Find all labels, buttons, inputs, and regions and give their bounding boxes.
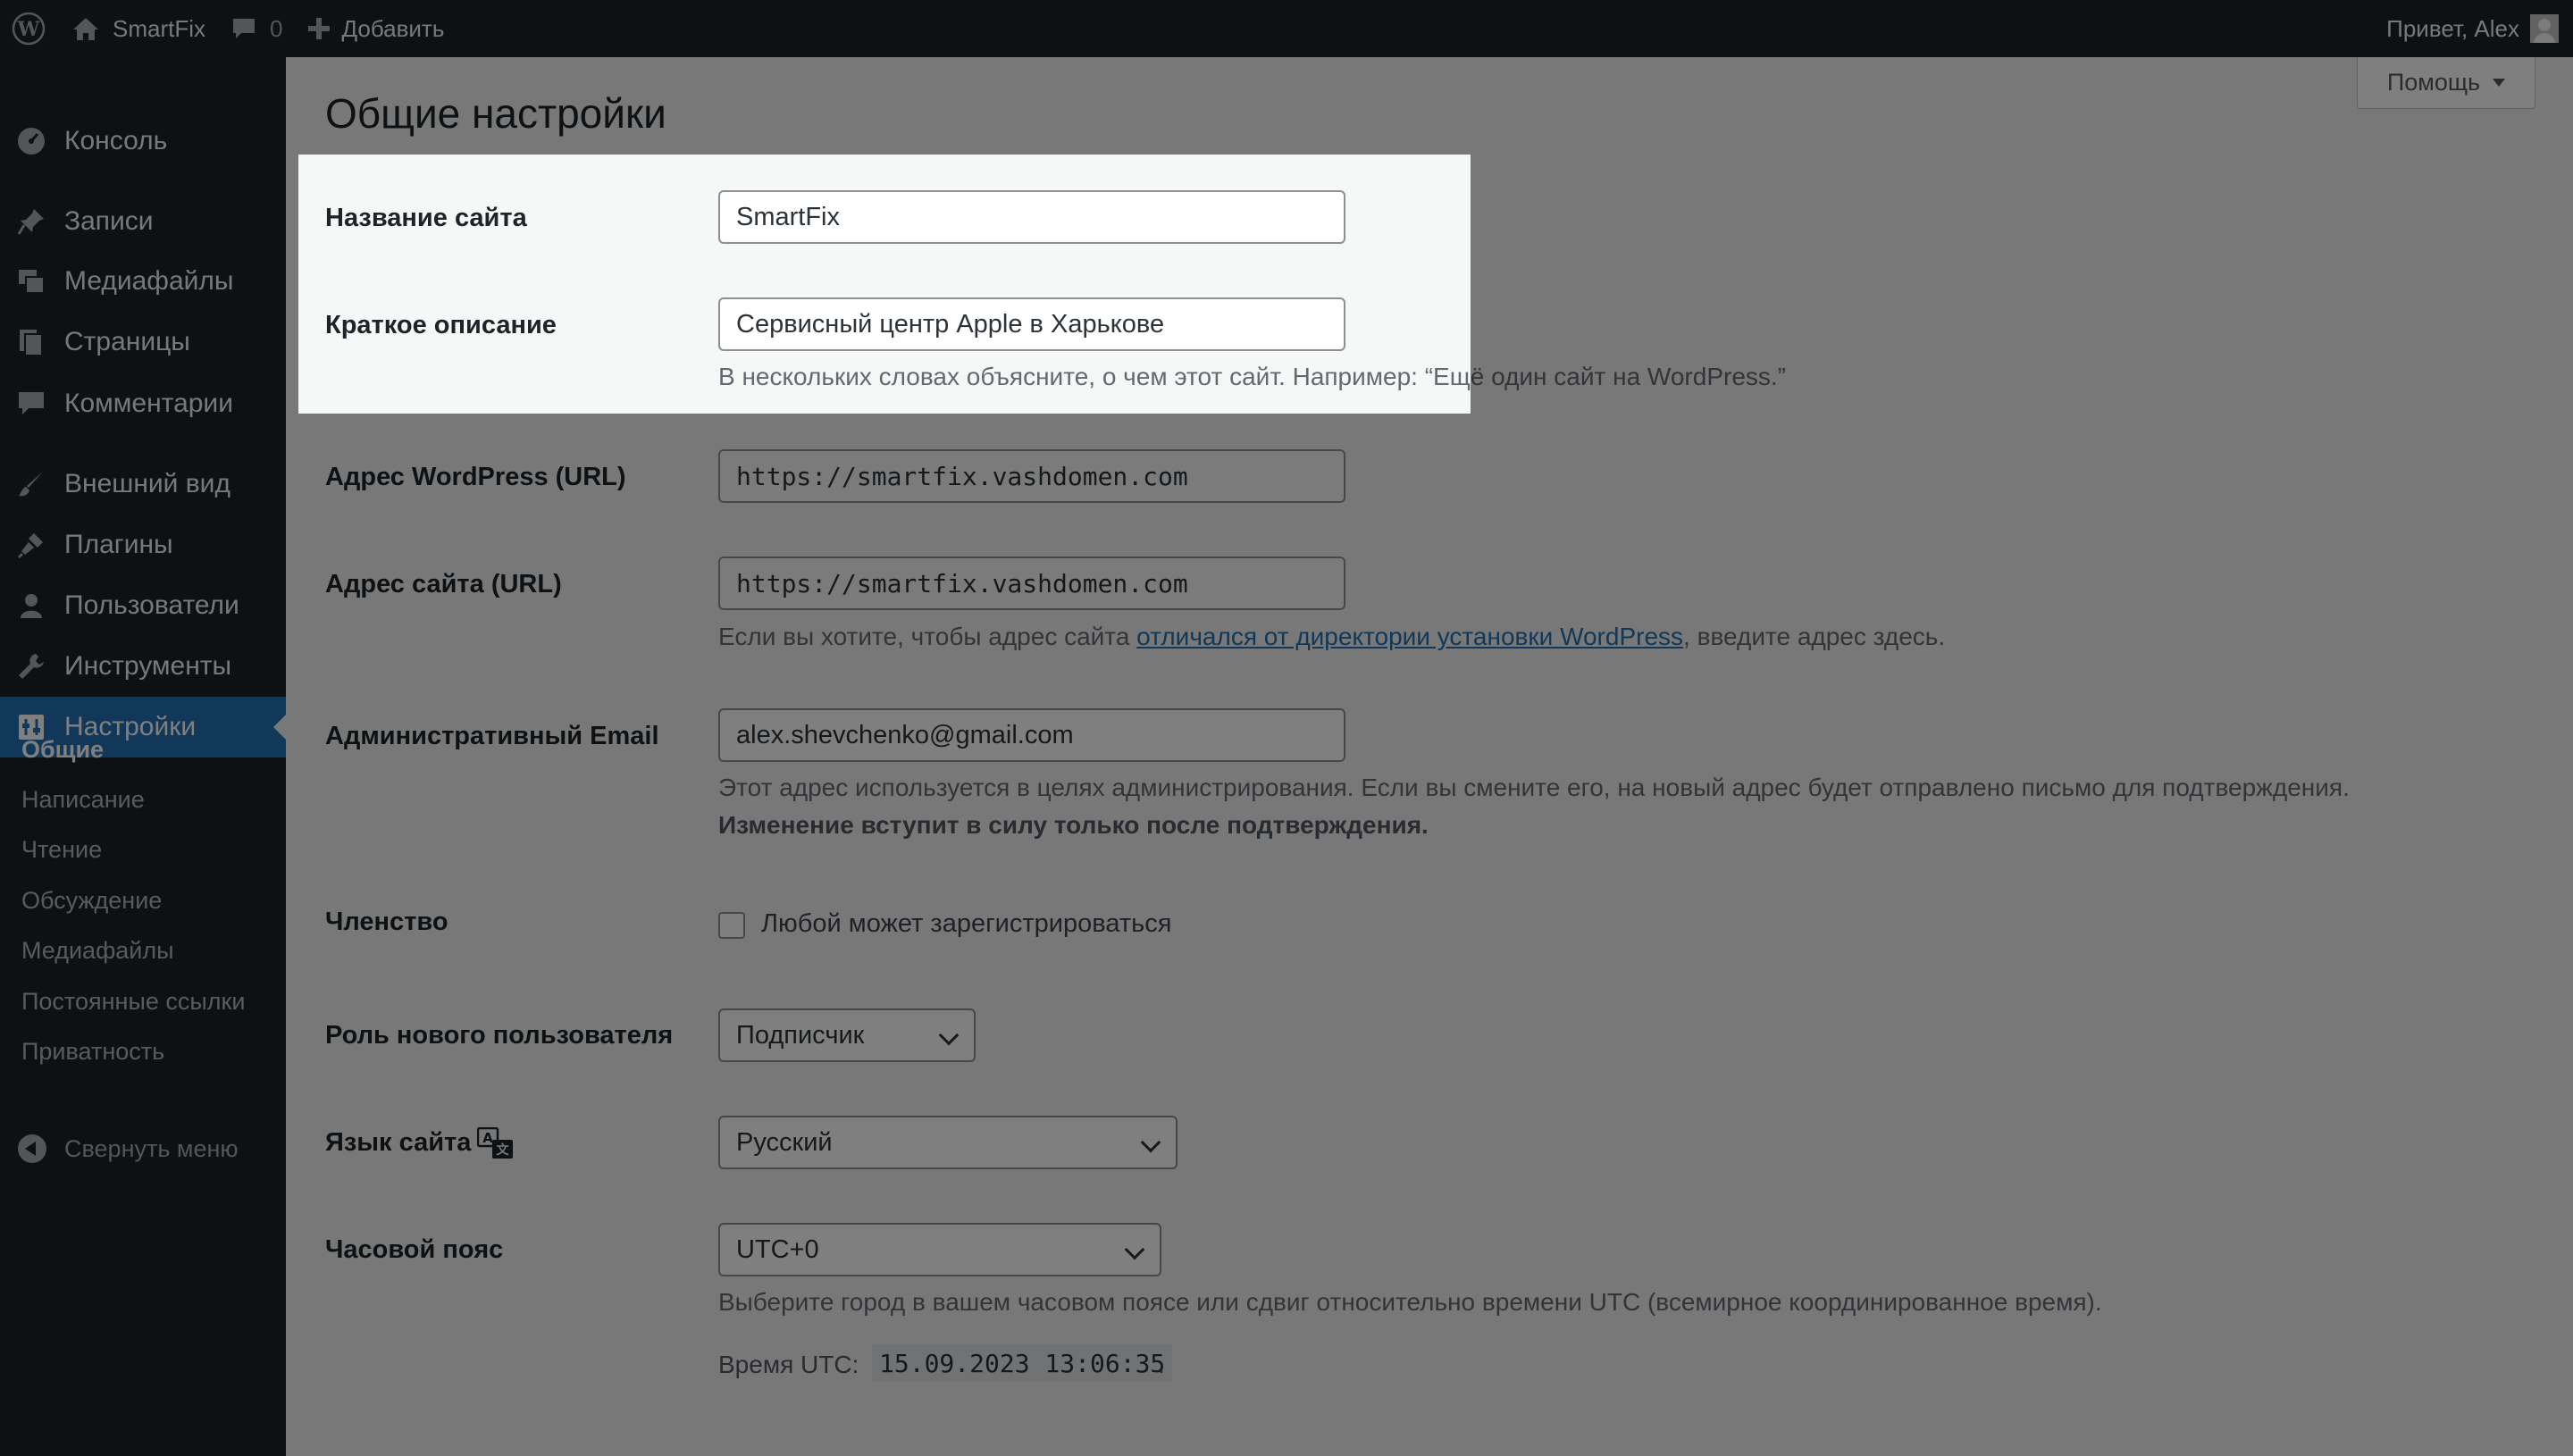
membership-label: Членство bbox=[325, 908, 448, 936]
collapse-menu-label: Свернуть меню bbox=[64, 1134, 239, 1162]
translation-icon: A 文 bbox=[477, 1127, 513, 1159]
admin-email-input[interactable]: alex.shevchenko@gmail.com bbox=[718, 708, 1345, 762]
avatar bbox=[2530, 14, 2559, 43]
wordpress-logo-icon: W bbox=[12, 12, 46, 46]
wp-url-input[interactable]: https://smartfix.vashdomen.com bbox=[718, 449, 1345, 503]
site-name-link[interactable]: SmartFix bbox=[59, 0, 218, 57]
comments-count: 0 bbox=[270, 14, 283, 42]
site-url-desc-after: , введите адрес здесь. bbox=[1683, 623, 1946, 650]
menu-item-tools[interactable]: Инструменты bbox=[0, 636, 286, 697]
submenu-item-media[interactable]: Медиафайлы bbox=[21, 937, 174, 965]
timezone-description: Выберите город в вашем часовом поясе или… bbox=[718, 1288, 2102, 1316]
menu-label: Консоль bbox=[64, 126, 168, 155]
dropdown-arrow-icon bbox=[2493, 79, 2506, 87]
default-role-select[interactable]: Подписчик bbox=[718, 1008, 976, 1062]
page-title: Общие настройки bbox=[325, 90, 666, 137]
menu-item-pages[interactable]: Страницы bbox=[0, 312, 286, 372]
menu-item-media[interactable]: Медиафайлы bbox=[0, 251, 286, 312]
chevron-down-icon bbox=[1124, 1239, 1145, 1260]
menu-label: Страницы bbox=[64, 327, 190, 356]
brush-icon bbox=[16, 469, 46, 499]
admin-bar: W SmartFix 0 Добавить Привет, Alex bbox=[0, 0, 2573, 57]
svg-text:文: 文 bbox=[497, 1142, 510, 1158]
wp-url-label: Адрес WordPress (URL) bbox=[325, 463, 626, 491]
submenu-item-general[interactable]: Общие bbox=[21, 736, 104, 764]
plus-icon bbox=[308, 18, 331, 39]
membership-checkbox[interactable] bbox=[718, 912, 745, 939]
site-name: SmartFix bbox=[113, 14, 205, 42]
menu-label: Пользователи bbox=[64, 590, 239, 620]
help-tab-button[interactable]: Помощь bbox=[2357, 57, 2535, 109]
tagline-description: В нескольких словах объясните, о чем это… bbox=[718, 363, 1786, 390]
svg-text:A: A bbox=[482, 1130, 493, 1146]
submenu-item-reading[interactable]: Чтение bbox=[21, 836, 102, 864]
help-label: Помощь bbox=[2386, 69, 2481, 96]
utc-time-value: 15.09.2023 13:06:35 bbox=[872, 1344, 1173, 1382]
comments-link[interactable]: 0 bbox=[218, 0, 295, 57]
membership-checkbox-label[interactable]: Любой может зарегистрироваться bbox=[761, 909, 1171, 939]
menu-item-users[interactable]: Пользователи bbox=[0, 575, 286, 636]
menu-item-posts[interactable]: Записи bbox=[0, 191, 286, 252]
site-url-label: Адрес сайта (URL) bbox=[325, 570, 562, 598]
menu-item-comments[interactable]: Комментарии bbox=[0, 373, 286, 434]
comment-icon bbox=[16, 389, 46, 419]
timezone-label: Часовой пояс bbox=[325, 1235, 504, 1264]
dashboard-icon bbox=[16, 126, 46, 156]
wrench-icon bbox=[16, 651, 46, 682]
plugin-icon bbox=[16, 530, 46, 560]
svg-text:W: W bbox=[17, 18, 40, 41]
tagline-label: Краткое описание bbox=[325, 311, 557, 339]
menu-label: Комментарии bbox=[64, 389, 233, 418]
chevron-down-icon bbox=[1140, 1132, 1161, 1153]
collapse-arrow-icon bbox=[18, 1134, 46, 1163]
submenu-item-permalinks[interactable]: Постоянные ссылки bbox=[21, 988, 245, 1016]
site-url-help-link[interactable]: отличался от директории установки WordPr… bbox=[1136, 623, 1683, 650]
admin-email-description: Этот адрес используется в целях админист… bbox=[718, 774, 2350, 801]
submenu-item-privacy[interactable]: Приватность bbox=[21, 1038, 164, 1066]
greeting: Привет, Alex bbox=[2386, 14, 2519, 42]
admin-sidebar: Консоль Записи Медиафайлы Страницы Комме… bbox=[0, 57, 286, 1456]
site-url-desc-before: Если вы хотите, чтобы адрес сайта bbox=[718, 623, 1137, 650]
utc-time-suffix: . bbox=[1158, 1351, 1165, 1378]
media-icon bbox=[16, 266, 46, 297]
menu-item-appearance[interactable]: Внешний вид bbox=[0, 454, 286, 515]
menu-label: Плагины bbox=[64, 530, 173, 559]
new-content-menu[interactable]: Добавить bbox=[295, 0, 457, 57]
submenu-item-writing[interactable]: Написание bbox=[21, 786, 145, 814]
tagline-input[interactable]: Сервисный центр Apple в Харькове bbox=[718, 297, 1345, 351]
language-value: Русский bbox=[736, 1127, 833, 1157]
timezone-value: UTC+0 bbox=[736, 1234, 819, 1264]
default-role-label: Роль нового пользователя bbox=[325, 1021, 674, 1050]
wordpress-logo-menu[interactable]: W bbox=[0, 0, 59, 57]
site-url-input[interactable]: https://smartfix.vashdomen.com bbox=[718, 556, 1345, 610]
home-icon bbox=[73, 18, 98, 40]
timezone-select[interactable]: UTC+0 bbox=[718, 1223, 1161, 1276]
utc-time-label: Время UTC: bbox=[718, 1351, 859, 1378]
pages-icon bbox=[16, 327, 46, 357]
comment-icon bbox=[233, 19, 255, 38]
submenu-item-discussion[interactable]: Обсуждение bbox=[21, 887, 162, 915]
menu-item-plugins[interactable]: Плагины bbox=[0, 515, 286, 575]
admin-email-note: Изменение вступит в силу только после по… bbox=[718, 811, 1429, 839]
admin-email-label: Административный Email bbox=[325, 722, 659, 750]
menu-label: Внешний вид bbox=[64, 469, 230, 498]
menu-label: Записи bbox=[64, 206, 154, 236]
chevron-down-icon bbox=[938, 1025, 960, 1046]
site-url-description: Если вы хотите, чтобы адрес сайта отлича… bbox=[718, 623, 1945, 651]
site-title-input[interactable]: SmartFix bbox=[718, 190, 1345, 244]
my-account-menu[interactable]: Привет, Alex bbox=[2374, 0, 2573, 57]
menu-label: Инструменты bbox=[64, 651, 232, 681]
menu-label: Медиафайлы bbox=[64, 266, 234, 296]
users-icon bbox=[16, 590, 46, 621]
language-select[interactable]: Русский bbox=[718, 1116, 1178, 1169]
collapse-menu-button[interactable]: Свернуть меню bbox=[0, 1122, 286, 1176]
default-role-value: Подписчик bbox=[736, 1020, 865, 1050]
menu-item-dashboard[interactable]: Консоль bbox=[0, 111, 286, 172]
language-label: Язык сайта bbox=[325, 1128, 472, 1157]
pushpin-icon bbox=[16, 206, 46, 237]
site-title-label: Название сайта bbox=[325, 204, 527, 232]
new-content-label: Добавить bbox=[341, 14, 445, 42]
